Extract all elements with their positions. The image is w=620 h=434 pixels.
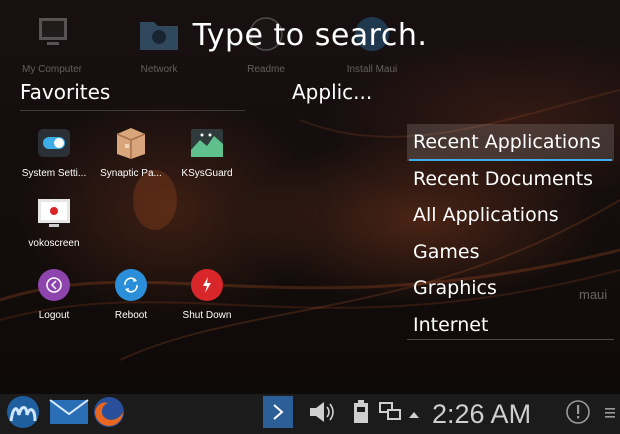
battery-icon <box>353 400 369 428</box>
search-prompt[interactable]: Type to search. <box>0 18 620 53</box>
volume-button[interactable] <box>304 394 338 434</box>
firefox-task[interactable] <box>90 394 128 434</box>
favorite-ksysguard[interactable]: KSysGuard <box>167 126 247 179</box>
category-list-divider <box>407 339 614 340</box>
settings-toggle-icon <box>37 126 71 160</box>
menu-button[interactable] <box>602 394 618 434</box>
category-recent-documents[interactable]: Recent Documents <box>407 161 614 198</box>
network-monitor-icon <box>378 401 402 427</box>
tray-expand-icon <box>408 405 420 424</box>
system-monitor-icon <box>190 126 224 160</box>
reboot-button[interactable]: Reboot <box>91 268 171 321</box>
favorite-synaptic[interactable]: Synaptic Pa... <box>91 126 171 179</box>
notifications-button[interactable] <box>564 394 592 434</box>
firefox-icon <box>92 395 126 433</box>
mail-icon <box>49 398 89 430</box>
menu-icon <box>605 405 615 424</box>
screen-recorder-icon <box>37 196 71 230</box>
category-internet[interactable]: Internet <box>407 307 614 344</box>
wallpaper-brand: maui <box>579 287 608 302</box>
launcher-button[interactable] <box>0 394 46 434</box>
favorite-vokoscreen[interactable]: vokoscreen <box>14 196 94 249</box>
taskbar: 2:26 AM <box>0 394 620 434</box>
category-recent-applications[interactable]: Recent Applications <box>407 124 614 161</box>
applications-title: Applic... <box>292 80 373 104</box>
notifications-icon <box>565 399 591 429</box>
favorite-system-settings[interactable]: System Setti... <box>14 126 94 179</box>
pager-icon <box>263 396 293 432</box>
logout-button[interactable]: Logout <box>14 268 94 321</box>
package-box-icon <box>114 126 148 160</box>
favorites-divider <box>20 110 245 111</box>
network-button[interactable] <box>376 394 404 434</box>
category-all-applications[interactable]: All Applications <box>407 197 614 234</box>
volume-icon <box>306 399 336 429</box>
maui-launcher-icon <box>1 395 45 433</box>
shutdown-button[interactable]: Shut Down <box>167 268 247 321</box>
clock[interactable]: 2:26 AM <box>432 394 531 434</box>
pager-button[interactable] <box>262 394 294 434</box>
mail-task[interactable] <box>48 394 90 434</box>
favorites-title: Favorites <box>20 80 111 104</box>
category-games[interactable]: Games <box>407 234 614 271</box>
reboot-icon <box>114 268 148 302</box>
category-list: Recent Applications Recent Documents All… <box>407 124 614 343</box>
battery-button[interactable] <box>350 394 372 434</box>
logout-icon <box>37 268 71 302</box>
power-icon <box>190 268 224 302</box>
tray-expand-button[interactable] <box>405 394 423 434</box>
